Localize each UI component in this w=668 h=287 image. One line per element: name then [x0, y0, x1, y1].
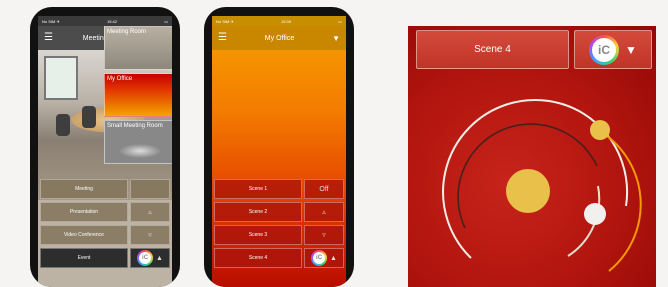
- logo-button[interactable]: iC ▲: [304, 248, 344, 268]
- chair-image: [56, 114, 70, 136]
- scene-button[interactable]: Video Conference: [40, 225, 128, 245]
- room-card-meeting-room[interactable]: Meeting Room: [104, 26, 172, 70]
- ic-logo-icon: iC: [137, 250, 154, 266]
- menu-icon[interactable]: ☰: [44, 33, 53, 43]
- volume-down-button[interactable]: ▿: [304, 225, 344, 245]
- scene-button[interactable]: Presentation: [40, 202, 128, 222]
- scene-button[interactable]: Scene 3: [214, 225, 302, 245]
- scene-row: Scene 3 ▿: [214, 225, 344, 245]
- room-card-small-meeting-room[interactable]: Small Meeting Room: [104, 120, 172, 164]
- phone2-carrier: No SIM ✈: [216, 18, 234, 24]
- phone2-time: 15:39: [281, 18, 292, 24]
- scene-row: Scene 2 ▵: [214, 202, 344, 222]
- scene-row: Video Conference ▿: [40, 225, 170, 245]
- scene-row: Meeting: [40, 179, 170, 199]
- scene-row: Scene 4 iC ▲: [214, 248, 344, 268]
- phone2-navbar: ☰ My Office ▼: [212, 26, 346, 50]
- phone1-carrier: No SIM ✈: [42, 18, 60, 24]
- room-card-label: My Office: [107, 76, 133, 82]
- room-list: Meeting Room My Office Small Meeting Roo…: [104, 26, 172, 176]
- side-button[interactable]: [130, 179, 170, 199]
- phone2-screen: No SIM ✈ 15:39 ▭ ☰ My Office ▼ Scene 1 O…: [212, 16, 346, 287]
- ic-logo-icon: iC: [311, 250, 328, 266]
- phone1-screen: No SIM ✈ 15:42 ▭ ☰ Meeting Room ▲ Meetin…: [38, 16, 172, 287]
- battery-icon: ▭: [164, 18, 168, 24]
- orange-arc-track: [597, 129, 642, 272]
- volume-up-button[interactable]: ▵: [130, 202, 170, 222]
- scene-dial[interactable]: [408, 26, 656, 287]
- center-brightness-knob[interactable]: [506, 169, 550, 213]
- caret-down-icon[interactable]: ▼: [332, 34, 340, 43]
- yellow-slider-handle[interactable]: [590, 120, 610, 140]
- phone-my-office: No SIM ✈ 15:39 ▭ ☰ My Office ▼ Scene 1 O…: [204, 7, 354, 287]
- logo-button[interactable]: iC ▲: [130, 248, 170, 268]
- battery-icon: ▭: [338, 18, 342, 24]
- scene-button[interactable]: Event: [40, 248, 128, 268]
- phone2-statusbar: No SIM ✈ 15:39 ▭: [212, 16, 346, 26]
- scene-row: Event iC ▲: [40, 248, 170, 268]
- scene-button[interactable]: Scene 1: [214, 179, 302, 199]
- phone2-title: My Office: [264, 34, 295, 42]
- scene-row: Scene 1 Off: [214, 179, 344, 199]
- white-slider-handle[interactable]: [584, 203, 606, 225]
- phone-meeting-room: No SIM ✈ 15:42 ▭ ☰ Meeting Room ▲ Meetin…: [30, 7, 180, 287]
- room-card-label: Small Meeting Room: [107, 123, 163, 129]
- scene-button[interactable]: Scene 4: [214, 248, 302, 268]
- caret-up-icon: ▲: [330, 254, 337, 262]
- room-card-label: Meeting Room: [107, 29, 147, 35]
- scene-control-panel: Scene 4 iC ▼: [408, 26, 656, 287]
- window-image: [44, 56, 78, 100]
- volume-down-button[interactable]: ▿: [130, 225, 170, 245]
- phone1-statusbar: No SIM ✈ 15:42 ▭: [38, 16, 172, 26]
- scene-button[interactable]: Scene 2: [214, 202, 302, 222]
- off-button[interactable]: Off: [304, 179, 344, 199]
- menu-icon[interactable]: ☰: [218, 33, 227, 43]
- scene-row: Presentation ▵: [40, 202, 170, 222]
- volume-up-button[interactable]: ▵: [304, 202, 344, 222]
- room-card-my-office[interactable]: My Office: [104, 73, 172, 117]
- chair-image: [82, 106, 96, 128]
- scene-button[interactable]: Meeting: [40, 179, 128, 199]
- phone1-time: 15:42: [107, 18, 118, 24]
- caret-up-icon: ▲: [156, 254, 163, 262]
